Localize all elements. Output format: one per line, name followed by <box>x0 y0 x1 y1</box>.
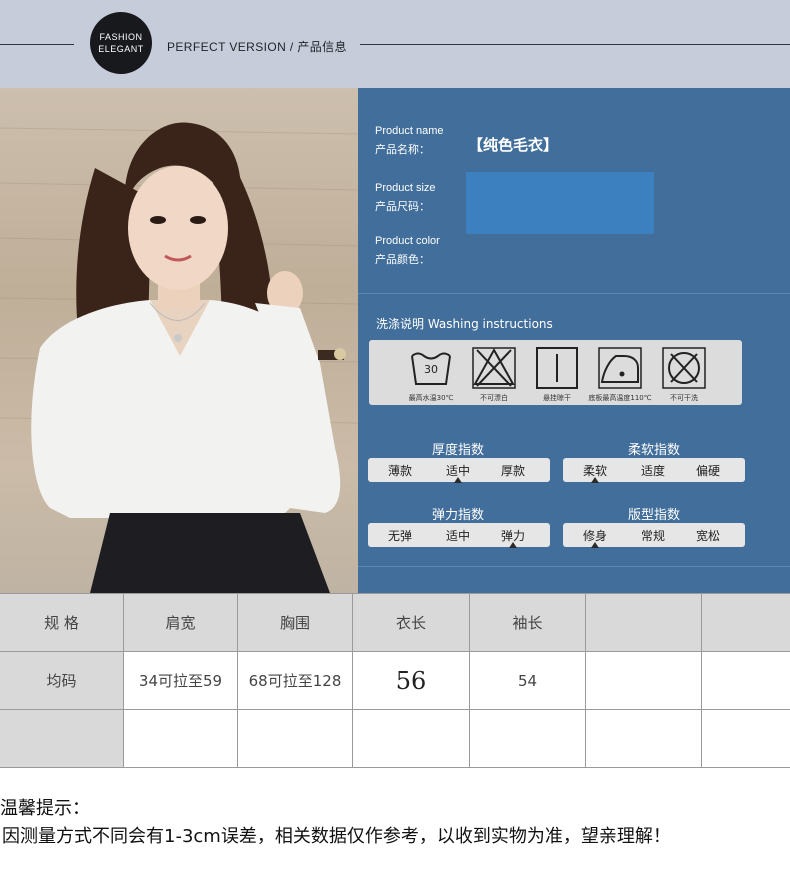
no-dry-clean-icon <box>662 347 706 389</box>
table-header-cell: 规 格 <box>0 594 124 652</box>
header-rule-right <box>360 44 790 45</box>
product-size-box <box>466 172 654 234</box>
table-cell <box>353 710 470 768</box>
product-size-label-zh: 产品尺码： <box>375 200 430 213</box>
index-option: 常规 <box>640 529 666 543</box>
index-option: 适中 <box>445 529 471 543</box>
logo-line1: FASHION <box>99 32 143 42</box>
table-cell <box>702 652 790 710</box>
product-name-label-en: Product name <box>375 125 444 137</box>
no-bleach-icon <box>472 347 516 389</box>
product-name-label-zh: 产品名称： <box>375 143 430 156</box>
table-cell: 68可拉至128 <box>238 652 353 710</box>
fit-index-title: 版型指数 <box>627 508 681 523</box>
wash-temp-text: 30 <box>424 363 438 376</box>
info-divider-bottom <box>358 566 790 567</box>
tips-title: 温馨提示： <box>0 798 90 819</box>
size-table: 规 格 肩宽 胸围 衣长 袖长 均码 34可拉至59 68可拉至128 56 5… <box>0 593 790 768</box>
wash-caption: 最高水温30℃ <box>408 394 454 402</box>
table-cell: 34可拉至59 <box>124 652 238 710</box>
index-option: 偏硬 <box>695 464 721 478</box>
index-option: 无弹 <box>387 529 413 543</box>
table-cell <box>238 710 353 768</box>
product-color-label-zh: 产品颜色： <box>375 253 430 266</box>
table-cell <box>0 710 124 768</box>
model-photo <box>0 88 358 593</box>
thickness-index-bar: 薄款 适中 厚款 <box>368 458 550 483</box>
washing-instructions-box: 30 最高水温30℃ 不可漂白 悬挂晾干 底板最高温度110℃ 不可干洗 <box>369 340 742 405</box>
thickness-index-title: 厚度指数 <box>431 443 485 458</box>
index-option: 适度 <box>640 464 666 478</box>
table-cell: 均码 <box>0 652 124 710</box>
model-photo-illustration <box>0 122 358 593</box>
table-cell <box>124 710 238 768</box>
info-divider-top <box>358 293 790 294</box>
washing-title: 洗涤说明 Washing instructions <box>376 317 553 331</box>
product-info-panel: Product name 产品名称： 【纯色毛衣】 Product size 产… <box>358 88 790 593</box>
table-cell: 56 <box>353 652 470 710</box>
table-cell <box>586 710 702 768</box>
table-header-cell: 胸围 <box>238 594 353 652</box>
hang-dry-icon <box>536 347 578 389</box>
table-header-cell: 肩宽 <box>124 594 238 652</box>
table-cell <box>470 710 586 768</box>
table-header-cell: 袖长 <box>470 594 586 652</box>
elasticity-index-bar: 无弹 适中 弹力 <box>368 523 550 548</box>
logo-line2: ELEGANT <box>98 44 144 54</box>
tips-text: 因测量方式不同会有1-3cm误差，相关数据仅作参考，以收到实物为准，望亲理解！ <box>2 826 671 847</box>
selected-marker-icon <box>454 477 462 483</box>
header-band: FASHION ELEGANT PERFECT VERSION / 产品信息 <box>0 0 790 89</box>
table-header-cell: 衣长 <box>353 594 470 652</box>
index-option: 薄款 <box>387 464 413 478</box>
selected-marker-icon <box>509 542 517 548</box>
fit-index-bar: 修身 常规 宽松 <box>563 523 745 548</box>
index-option: 宽松 <box>695 529 721 543</box>
iron-110-icon <box>598 347 642 389</box>
wash-caption: 底板最高温度110℃ <box>588 394 652 402</box>
wash-caption: 不可干洗 <box>670 394 698 402</box>
wash-caption: 不可漂白 <box>480 394 508 402</box>
table-header-cell <box>702 594 790 652</box>
product-color-label-en: Product color <box>375 235 440 247</box>
table-cell: 54 <box>470 652 586 710</box>
table-cell <box>586 652 702 710</box>
header-rule-left <box>0 44 74 45</box>
selected-marker-icon <box>591 477 599 483</box>
elasticity-index-title: 弹力指数 <box>431 508 485 523</box>
table-header-cell <box>586 594 702 652</box>
softness-index-bar: 柔软 适度 偏硬 <box>563 458 745 483</box>
fashion-elegant-logo: FASHION ELEGANT <box>90 12 152 74</box>
index-option: 厚款 <box>500 464 526 478</box>
product-size-label-en: Product size <box>375 182 436 194</box>
header-tagline: PERFECT VERSION / 产品信息 <box>167 40 347 54</box>
table-cell <box>702 710 790 768</box>
product-name-value: 【纯色毛衣】 <box>468 136 559 154</box>
wash-caption: 悬挂晾干 <box>543 394 571 402</box>
softness-index-title: 柔软指数 <box>627 443 681 458</box>
selected-marker-icon <box>591 542 599 548</box>
